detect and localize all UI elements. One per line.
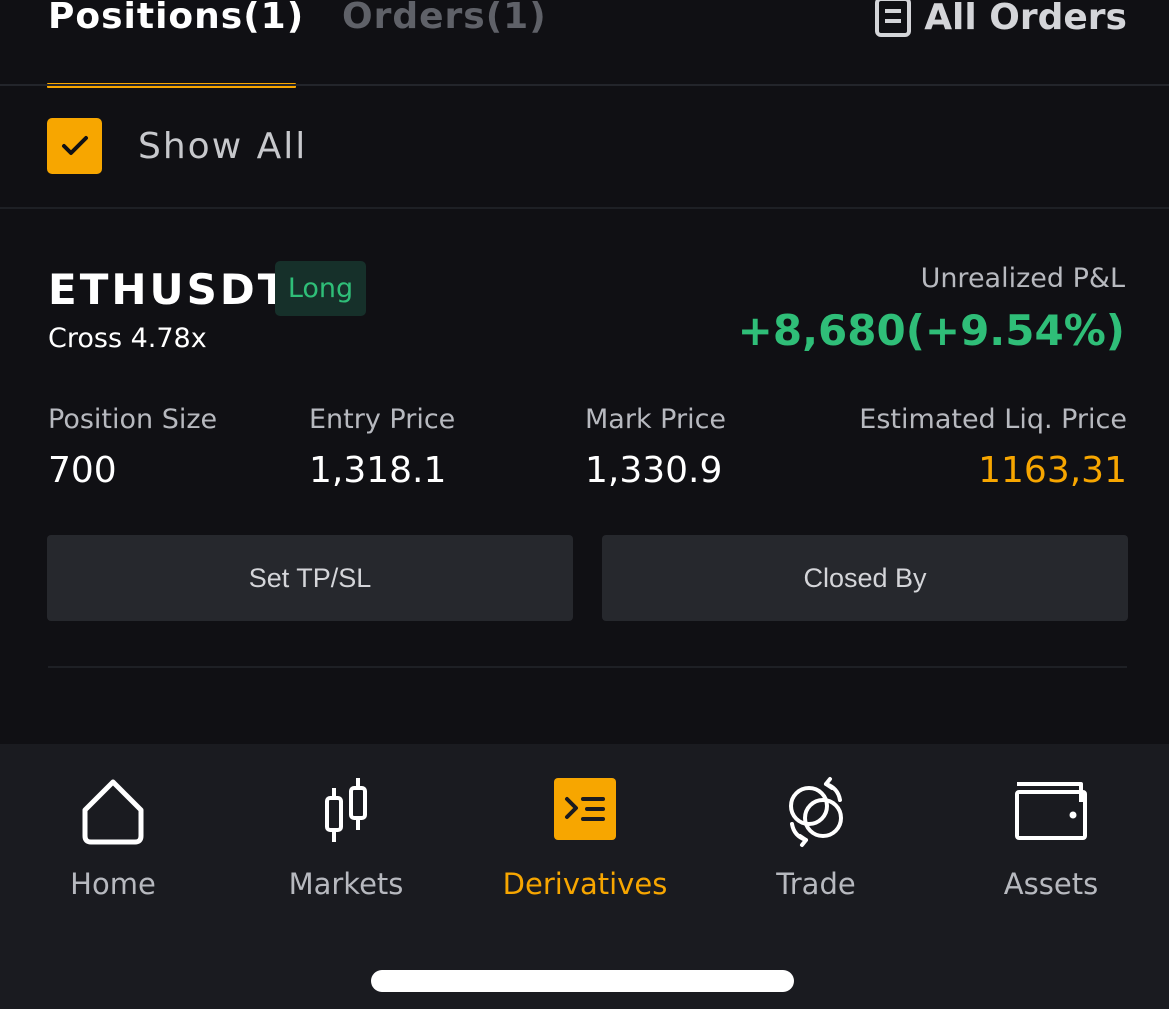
unrealized-pnl-value: +8,680(+9.54%) bbox=[737, 306, 1125, 355]
liq-price-label: Estimated Liq. Price bbox=[859, 404, 1127, 435]
tab-positions[interactable]: Positions(1) bbox=[48, 0, 304, 42]
mark-price-label: Mark Price bbox=[585, 404, 727, 435]
all-orders-link[interactable]: All Orders bbox=[874, 0, 1127, 42]
nav-label-assets: Assets bbox=[1003, 867, 1099, 901]
position-side-badge: Long bbox=[275, 261, 366, 316]
position-size-value: 700 bbox=[48, 450, 117, 491]
position-size-label: Position Size bbox=[48, 404, 218, 435]
entry-price-label: Entry Price bbox=[309, 404, 456, 435]
unrealized-pnl-label: Unrealized P&L bbox=[920, 263, 1125, 294]
entry-price-stat: Entry Price 1,318.1 bbox=[309, 401, 455, 496]
entry-price-value: 1,318.1 bbox=[309, 450, 447, 491]
mark-price-value: 1,330.9 bbox=[585, 450, 723, 491]
mark-price-stat: Mark Price 1,330.9 bbox=[585, 401, 726, 496]
show-all-filter[interactable]: Show All bbox=[47, 118, 307, 174]
nav-item-markets[interactable]: Markets bbox=[246, 774, 446, 904]
position-size-stat: Position Size 700 bbox=[48, 401, 217, 496]
home-icon bbox=[82, 779, 144, 845]
tab-orders[interactable]: Orders(1) bbox=[342, 0, 547, 42]
card-divider bbox=[48, 666, 1127, 668]
closed-by-button[interactable]: Closed By bbox=[602, 535, 1128, 621]
nav-label-derivatives: Derivatives bbox=[502, 867, 668, 901]
wallet-icon bbox=[1015, 782, 1087, 840]
tabs-divider bbox=[0, 84, 1169, 86]
nav-item-home[interactable]: Home bbox=[13, 774, 213, 904]
nav-label-markets: Markets bbox=[288, 867, 404, 901]
show-all-label: Show All bbox=[138, 125, 308, 167]
derivatives-icon bbox=[554, 778, 616, 840]
candlestick-icon bbox=[325, 778, 367, 842]
nav-item-trade[interactable]: Trade bbox=[716, 774, 916, 904]
nav-item-derivatives[interactable]: Derivatives bbox=[485, 774, 685, 904]
filter-divider bbox=[0, 207, 1169, 209]
nav-label-home: Home bbox=[70, 867, 156, 901]
document-icon bbox=[875, 0, 912, 37]
all-orders-label: All Orders bbox=[924, 0, 1127, 38]
positions-orders-tabs: Positions(1) Orders(1) All Orders bbox=[0, 0, 1169, 88]
liq-price-stat: Estimated Liq. Price 1163,31 bbox=[859, 401, 1127, 496]
nav-item-assets[interactable]: Assets bbox=[951, 774, 1151, 904]
margin-mode-leverage[interactable]: Cross 4.78x bbox=[48, 320, 207, 358]
nav-label-trade: Trade bbox=[776, 867, 856, 901]
set-tpsl-button[interactable]: Set TP/SL bbox=[47, 535, 573, 621]
trade-circles-icon bbox=[789, 777, 843, 847]
checkmark-icon bbox=[61, 136, 88, 155]
position-symbol[interactable]: ETHUSDT bbox=[48, 262, 289, 318]
show-all-checkbox[interactable] bbox=[47, 118, 102, 174]
home-indicator-bar[interactable] bbox=[371, 970, 794, 992]
liq-price-value: 1163,31 bbox=[978, 450, 1127, 491]
